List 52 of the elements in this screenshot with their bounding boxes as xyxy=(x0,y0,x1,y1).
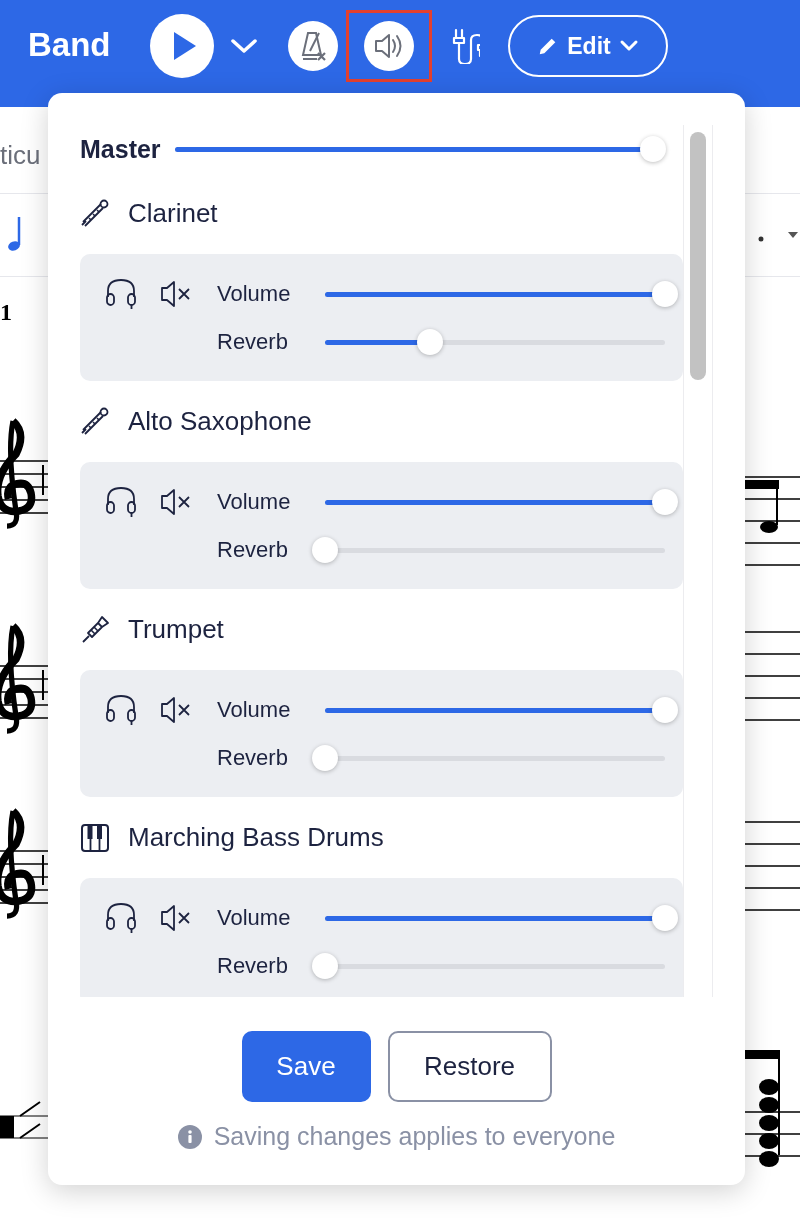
slider-label: Volume xyxy=(217,281,292,307)
cable-icon[interactable] xyxy=(450,28,480,64)
slider-thumb[interactable] xyxy=(312,952,338,979)
piano-keys-icon xyxy=(80,822,110,853)
slider-label: Volume xyxy=(217,489,292,515)
clarinet-icon xyxy=(80,198,110,229)
instrument-name: Clarinet xyxy=(128,198,218,229)
instrument-name: Trumpet xyxy=(128,614,224,645)
subheader-text: ticu xyxy=(0,139,41,171)
headphones-icon[interactable] xyxy=(105,277,137,311)
caret-icon[interactable] xyxy=(788,232,798,238)
save-button[interactable]: Save xyxy=(241,1031,371,1102)
slider-thumb[interactable] xyxy=(652,696,678,723)
slider-label: Volume xyxy=(217,697,292,723)
master-label: Master xyxy=(80,134,161,164)
dot-icon[interactable] xyxy=(758,236,764,242)
trumpet-icon xyxy=(80,614,110,645)
slider-thumb[interactable] xyxy=(417,328,444,355)
slider-label: Reverb xyxy=(217,745,289,771)
clarinet-icon xyxy=(80,406,110,437)
slider-thumb[interactable] xyxy=(652,280,678,307)
mute-icon[interactable] xyxy=(160,902,192,934)
slider-label: Volume xyxy=(217,905,292,931)
info-note: Saving changes applies to everyone xyxy=(213,1122,616,1151)
chevron-down-icon[interactable] xyxy=(230,36,258,56)
slider-thumb[interactable] xyxy=(652,488,678,515)
scrollbar-thumb[interactable] xyxy=(690,132,706,380)
info-icon xyxy=(177,1124,202,1149)
slider-thumb[interactable] xyxy=(652,904,678,931)
metronome-button[interactable] xyxy=(288,21,338,71)
slider-thumb[interactable] xyxy=(312,536,338,563)
slider-thumb[interactable] xyxy=(639,135,666,162)
score-title: Band xyxy=(28,26,112,64)
instrument-name: Marching Bass Drums xyxy=(128,822,384,853)
edit-button[interactable]: Edit xyxy=(508,15,668,77)
mute-icon[interactable] xyxy=(160,694,192,726)
slider-label: Reverb xyxy=(217,953,289,979)
mute-icon[interactable] xyxy=(160,486,192,518)
headphones-icon[interactable] xyxy=(105,693,137,727)
play-button[interactable] xyxy=(150,14,214,78)
headphones-icon[interactable] xyxy=(105,485,137,519)
measure-number: 1 xyxy=(0,299,13,326)
slider-label: Reverb xyxy=(217,537,289,563)
slider-label: Reverb xyxy=(217,329,289,355)
headphones-icon[interactable] xyxy=(105,901,137,935)
slider-thumb[interactable] xyxy=(312,744,338,771)
restore-button[interactable]: Restore xyxy=(387,1031,552,1102)
quarter-note-icon[interactable] xyxy=(8,217,22,253)
mute-icon[interactable] xyxy=(160,278,192,310)
chevron-down-icon xyxy=(618,39,639,53)
instrument-name: Alto Saxophone xyxy=(128,406,312,437)
speaker-button[interactable] xyxy=(364,21,414,71)
